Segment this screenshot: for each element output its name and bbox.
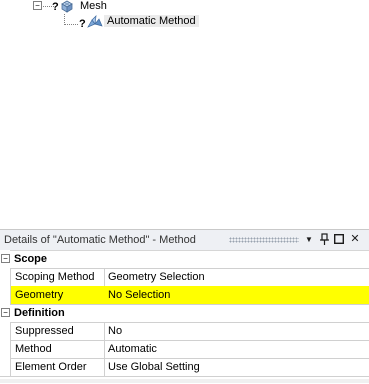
pin-icon[interactable] bbox=[318, 233, 330, 246]
property-name: Suppressed bbox=[15, 325, 74, 337]
property-row-element-order[interactable]: Element Order Use Global Setting bbox=[0, 358, 369, 377]
property-name: Method bbox=[15, 343, 52, 355]
collapse-mesh-toggle[interactable]: − bbox=[33, 1, 42, 10]
maximize-icon[interactable] bbox=[333, 233, 345, 246]
status-question-icon: ? bbox=[52, 1, 59, 13]
panel-bottom-border bbox=[0, 379, 369, 383]
section-title: Definition bbox=[14, 307, 65, 319]
section-header-definition: − Definition bbox=[0, 304, 369, 323]
tree-node-automatic-method[interactable]: Automatic Method bbox=[104, 15, 199, 27]
property-row-geometry[interactable]: Geometry No Selection bbox=[0, 286, 369, 305]
method-icon bbox=[87, 15, 103, 31]
details-panel-title: Details of "Automatic Method" - Method bbox=[4, 234, 196, 246]
tree-connector bbox=[64, 24, 78, 25]
property-value[interactable]: Automatic bbox=[108, 343, 157, 355]
collapse-definition-toggle[interactable]: − bbox=[1, 308, 10, 317]
property-name: Geometry bbox=[15, 289, 64, 301]
status-question-icon: ? bbox=[79, 18, 86, 30]
property-row-scoping-method[interactable]: Scoping Method Geometry Selection bbox=[0, 268, 369, 287]
property-value[interactable]: Use Global Setting bbox=[108, 361, 200, 373]
collapse-scope-toggle[interactable]: − bbox=[1, 254, 10, 263]
tree-node-mesh[interactable]: Mesh bbox=[80, 0, 107, 12]
outline-tree: − ? Mesh ? Automatic Method bbox=[0, 0, 369, 228]
section-title: Scope bbox=[14, 253, 48, 265]
details-panel: Details of "Automatic Method" - Method ▼… bbox=[0, 229, 369, 384]
property-value[interactable]: Geometry Selection bbox=[108, 271, 205, 283]
close-icon[interactable]: ✕ bbox=[349, 233, 361, 246]
property-name: Scoping Method bbox=[15, 271, 95, 283]
panel-drag-grip[interactable] bbox=[229, 237, 299, 243]
section-header-scope: − Scope bbox=[0, 250, 369, 269]
property-row-method[interactable]: Method Automatic bbox=[0, 340, 369, 359]
property-value[interactable]: No Selection bbox=[108, 289, 170, 301]
property-value[interactable]: No bbox=[108, 325, 122, 337]
mesh-icon bbox=[60, 0, 74, 16]
property-name: Element Order bbox=[15, 361, 87, 373]
dropdown-arrow-icon[interactable]: ▼ bbox=[303, 233, 315, 246]
property-row-suppressed[interactable]: Suppressed No bbox=[0, 322, 369, 341]
details-panel-header: Details of "Automatic Method" - Method ▼… bbox=[0, 230, 369, 251]
